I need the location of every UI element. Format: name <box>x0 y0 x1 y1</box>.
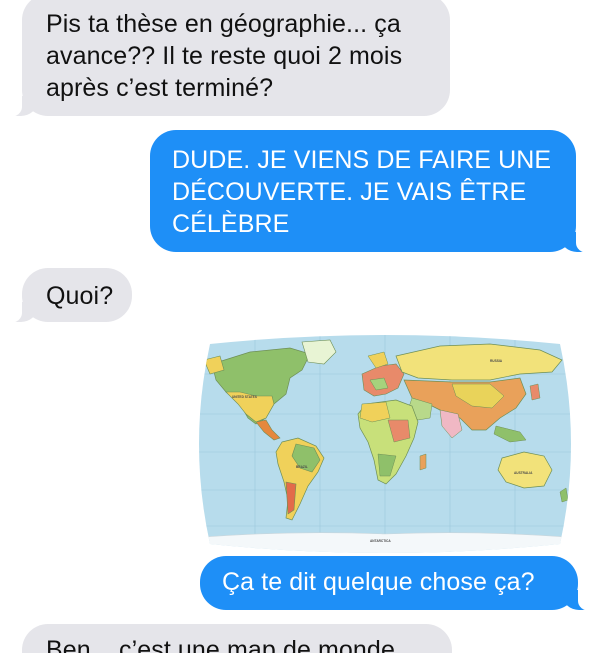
world-map-image-attachment[interactable]: RUSSIA UNITED STATES BRAZIL AUSTRALIA AN… <box>190 334 580 554</box>
map-label-brazil: BRAZIL <box>296 465 308 469</box>
map-label-australia: AUSTRALIA <box>514 471 533 475</box>
outgoing-message-bubble[interactable]: DUDE. JE VIENS DE FAIRE UNE DÉCOUVERTE. … <box>150 130 592 253</box>
incoming-message-bubble[interactable]: Ben... c’est une map de monde <box>22 624 452 653</box>
antarctica <box>199 532 571 553</box>
map-label-united-states: UNITED STATES <box>232 395 257 399</box>
incoming-message-bubble[interactable]: Quoi? <box>6 268 132 323</box>
map-label-antarctica: ANTARCTICA <box>370 539 391 543</box>
incoming-message-bubble[interactable]: Pis ta thèse en géographie... ça avance?… <box>6 0 450 117</box>
map-label-russia: RUSSIA <box>490 359 503 363</box>
outgoing-message-bubble[interactable]: Ça te dit quelque chose ça? <box>200 556 594 611</box>
message-thread: Pis ta thèse en géographie... ça avance?… <box>0 0 600 653</box>
world-map-image: RUSSIA UNITED STATES BRAZIL AUSTRALIA AN… <box>199 335 571 553</box>
